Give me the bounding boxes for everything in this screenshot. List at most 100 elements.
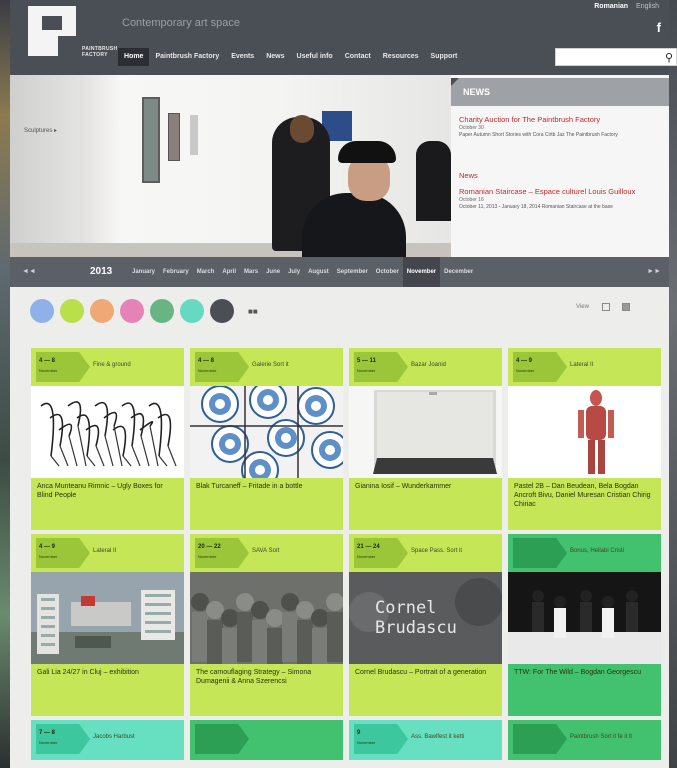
event-title[interactable]: Anca Munteanu Rimnic – Ugly Boxes for Bl…	[37, 482, 177, 500]
event-venue: Ass. Bawlfest it ketti	[411, 734, 465, 740]
search-input[interactable]	[556, 52, 656, 69]
lang-english[interactable]: English	[636, 3, 659, 10]
hero-image[interactable]: Sculptures ▸	[10, 75, 451, 257]
logo-text: PAINTBRUSH FACTORY	[82, 46, 122, 58]
news-item[interactable]: News	[459, 171, 661, 180]
event-date: 4 — 8	[39, 358, 56, 364]
nav-events[interactable]: Events	[225, 48, 260, 66]
event-card[interactable]: Paintbrush Sort it fe it lt	[508, 720, 661, 760]
date-flag	[513, 352, 567, 382]
event-image[interactable]	[190, 572, 343, 664]
event-card-header: 4 — 9 November Lateral II	[508, 348, 661, 386]
event-date: 4 — 8	[198, 358, 215, 364]
month-november[interactable]: November	[402, 257, 441, 287]
news-item[interactable]: Charity Auction for The Paintbrush Facto…	[459, 115, 661, 139]
event-card[interactable]: 4 — 8 November Galerie Sort it Blak Turcane…	[190, 348, 343, 530]
color-filter-dot[interactable]	[150, 299, 174, 323]
timeline-year[interactable]: 2013	[90, 266, 112, 277]
event-title[interactable]: Gianina Iosif – Wunderkammer	[355, 482, 495, 491]
date-flag	[195, 538, 249, 568]
event-image[interactable]	[31, 572, 184, 664]
event-card[interactable]: 21 — 24 November Space Pass. Sort it Cornel…	[349, 534, 502, 716]
event-card[interactable]	[190, 720, 343, 760]
event-date: 9	[357, 730, 361, 736]
event-card[interactable]: 7 — 8 November Jacobs Harbust	[31, 720, 184, 760]
logo-cut	[42, 16, 62, 30]
visitor-figure	[302, 193, 406, 257]
visitor-head	[290, 115, 314, 143]
event-venue: Bonus, Hellabi Cristi	[570, 548, 625, 554]
visitor-cap	[338, 141, 396, 163]
month-april[interactable]: April	[218, 257, 240, 287]
month-october[interactable]: October	[372, 257, 403, 287]
event-month: November	[39, 554, 58, 559]
color-filter-dot[interactable]	[120, 299, 144, 323]
date-flag	[513, 724, 567, 754]
event-card[interactable]: 4 — 9 November Lateral II Pastel 2B – Dan B…	[508, 348, 661, 530]
month-february[interactable]: February	[159, 257, 193, 287]
grid-view-icon[interactable]	[622, 303, 630, 311]
event-card[interactable]: 9 November Ass. Bawlfest it ketti	[349, 720, 502, 760]
news-item[interactable]: Romanian Staircase – Espace culturel Lou…	[459, 187, 661, 211]
month-september[interactable]: September	[333, 257, 372, 287]
site-logo[interactable]: PAINTBRUSH FACTORY	[28, 6, 117, 64]
event-title[interactable]: Pastel 2B – Dan Beudean, Bela Bogdan Anc…	[514, 482, 654, 509]
timeline-next[interactable]: ►►	[647, 268, 661, 275]
color-filter-dot[interactable]	[60, 299, 84, 323]
event-title[interactable]: Blak Turcaneff – Fritade in a bottle	[196, 482, 336, 491]
event-image[interactable]	[31, 386, 184, 478]
color-filter-dot[interactable]	[90, 299, 114, 323]
month-august[interactable]: August	[304, 257, 333, 287]
event-title[interactable]: TTW: For The Wild – Bogdan Georgescu	[514, 668, 654, 677]
month-january[interactable]: January	[128, 257, 159, 287]
date-flag	[36, 724, 90, 754]
color-filter-dot[interactable]	[30, 299, 54, 323]
lang-romanian[interactable]: Romanian	[594, 3, 628, 10]
list-view-icon[interactable]	[602, 303, 610, 311]
event-title[interactable]: Gali Lia 24/27 in Cluj – exhibition	[37, 668, 177, 677]
event-card[interactable]: 5 — 11 November Bazar Joanid Gianina Iosif …	[349, 348, 502, 530]
gallery-wall	[10, 75, 80, 257]
timeline-prev[interactable]: ◄◄	[22, 268, 36, 275]
nav-paintbrush-factory[interactable]: Paintbrush Factory	[149, 48, 225, 66]
color-filter-dot[interactable]	[210, 299, 234, 323]
event-card[interactable]: 4 — 8 November Fine & ground Anca Munteanu …	[31, 348, 184, 530]
nav-useful-info[interactable]: Useful info	[291, 48, 339, 66]
nav-home[interactable]: Home	[118, 48, 150, 66]
event-image[interactable]: Cornel Brudascu	[349, 572, 502, 664]
event-image[interactable]	[349, 386, 502, 478]
event-date: 5 — 11	[357, 358, 377, 364]
news-date: October 16	[459, 197, 484, 203]
event-image[interactable]	[508, 386, 661, 478]
hero-caption[interactable]: Sculptures ▸	[24, 127, 57, 134]
nav-news[interactable]: News	[260, 48, 290, 66]
news-title[interactable]: Romanian Staircase – Espace culturel Lou…	[459, 187, 661, 196]
event-image[interactable]	[190, 386, 343, 478]
event-venue: Galerie Sort it	[252, 362, 289, 368]
news-title[interactable]: Charity Auction for The Paintbrush Facto…	[459, 115, 661, 124]
date-flag	[354, 724, 408, 754]
event-venue: Bazar Joanid	[411, 362, 447, 368]
event-image[interactable]	[508, 572, 661, 664]
month-july[interactable]: July	[284, 257, 304, 287]
facebook-icon[interactable]: f	[657, 20, 661, 35]
news-body: October 11, 2013 - January 18, 2014 Roma…	[459, 204, 613, 210]
nav-support[interactable]: Support	[425, 48, 464, 66]
month-june[interactable]: June	[262, 257, 284, 287]
event-card[interactable]: 20 — 22 November SAVA Sort The camouflaging…	[190, 534, 343, 716]
search-icon[interactable]: ⚲	[665, 51, 673, 64]
event-card[interactable]: 4 — 9 November Lateral II Gali Lia 24/27 in…	[31, 534, 184, 716]
month-march[interactable]: March	[193, 257, 219, 287]
month-december[interactable]: December	[440, 257, 477, 287]
event-title[interactable]: The camouflaging Strategy – Simona Dumag…	[196, 668, 336, 686]
event-card[interactable]: Bonus, Hellabi Cristi TTW: For The Wild –…	[508, 534, 661, 716]
nav-contact[interactable]: Contact	[339, 48, 377, 66]
event-venue: Lateral II	[93, 548, 117, 554]
filter-more-icon[interactable]: ■■	[248, 307, 258, 316]
color-filter-dot[interactable]	[180, 299, 204, 323]
news-title[interactable]: News	[459, 171, 661, 180]
event-title[interactable]: Cornel Brudascu – Portrait of a generati…	[355, 668, 495, 677]
nav-resources[interactable]: Resources	[377, 48, 425, 66]
date-flag	[195, 724, 249, 754]
month-may[interactable]: Mars	[240, 257, 262, 287]
